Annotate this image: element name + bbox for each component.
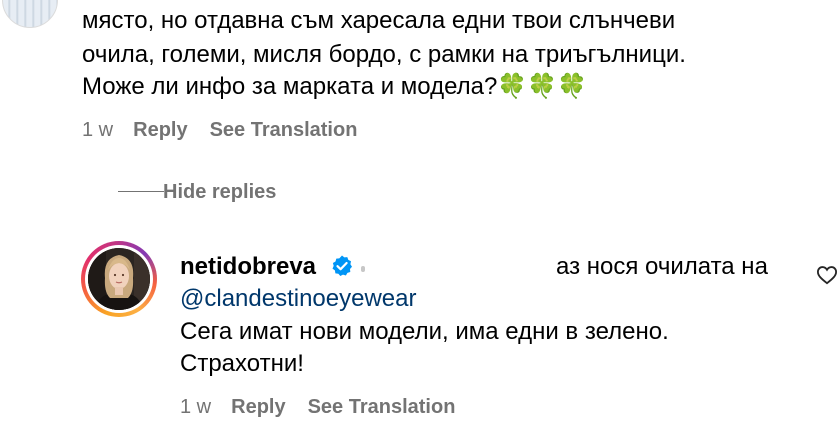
reply-reply-button[interactable]: Reply — [231, 395, 285, 419]
commenter-avatar[interactable] — [2, 0, 58, 28]
reply-username[interactable]: netidobreva — [180, 251, 316, 283]
reply-text-start: аз нося очилата на — [556, 253, 768, 280]
parent-comment-meta: 1 w Reply See Translation — [82, 118, 357, 142]
reply-text-line-1: Сега имат нови модели, има едни в зелено… — [180, 318, 669, 345]
reply-time: 1 w — [180, 396, 212, 418]
reply-button[interactable]: Reply — [133, 118, 187, 142]
reply-meta: 1 w Reply See Translation — [180, 395, 455, 419]
hide-replies-divider — [118, 191, 164, 192]
parent-comment-time: 1 w — [82, 119, 114, 141]
parent-comment-line-1: място, но отдавна съм харесала едни твои… — [82, 7, 676, 34]
avatar-photo — [88, 248, 150, 310]
reply-see-translation-button[interactable]: See Translation — [308, 395, 456, 419]
see-translation-button[interactable]: See Translation — [210, 118, 358, 142]
reply-avatar[interactable] — [81, 241, 157, 317]
reply-text-line-2: Страхотни! — [180, 350, 304, 377]
parent-comment-line-3: Може ли инфо за марката и модела?🍀🍀🍀 — [82, 71, 587, 103]
heart-outline-icon[interactable] — [816, 265, 838, 285]
comment-thread: място, но отдавна съм харесала едни твои… — [0, 0, 838, 428]
portrait-image — [88, 248, 150, 310]
separator-dot — [361, 266, 365, 272]
clover-emoji: 🍀🍀🍀 — [497, 73, 588, 100]
parent-comment-line-2: очила, големи, мисля бордо, с рамки на т… — [82, 41, 686, 68]
parent-comment-text: Може ли инфо за марката и модела? — [82, 73, 498, 100]
verified-badge-icon — [332, 255, 352, 276]
hide-replies-button[interactable]: Hide replies — [163, 180, 276, 204]
mention-link[interactable]: @clandestinoeyewear — [180, 283, 417, 315]
avatar-ring-gap — [85, 245, 153, 313]
